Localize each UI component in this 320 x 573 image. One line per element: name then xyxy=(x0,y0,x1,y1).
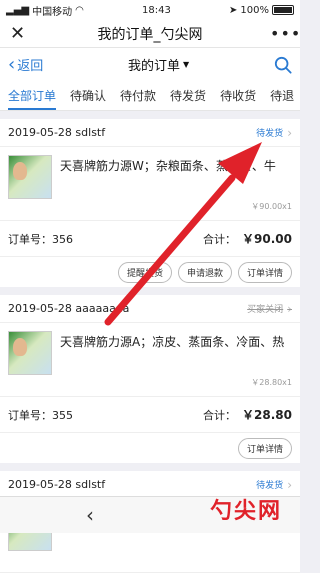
product-thumbnail xyxy=(8,331,52,375)
order-status-label: 待发货 xyxy=(256,129,284,139)
remind-ship-button[interactable]: 提醒发货 xyxy=(117,261,172,283)
chevron-right-icon: › xyxy=(287,477,292,492)
page-title: 我的订单 xyxy=(128,59,181,74)
search-icon[interactable] xyxy=(274,56,292,74)
order-total: 合计： ￥28.80 xyxy=(203,406,292,423)
caret-down-icon: ▼ xyxy=(183,60,190,69)
order-detail-button[interactable]: 订单详情 xyxy=(237,261,292,283)
tab-refund[interactable]: 待退 xyxy=(270,87,294,110)
order-item[interactable]: 天喜牌筋力源W；杂粮面条、蒸面条、牛 ￥90.00x1 xyxy=(0,147,300,221)
order-summary: 订单号：355 合计： ￥28.80 xyxy=(0,397,300,433)
order-date-user: 2019-05-28 aaaaaaaa xyxy=(8,302,130,315)
status-right: ➤ 100% xyxy=(229,5,294,16)
more-icon[interactable]: ••• xyxy=(270,24,300,43)
status-left: ▂▄▆ 中国移动 ◠ xyxy=(6,3,84,18)
tab-all-orders[interactable]: 全部订单 xyxy=(8,87,57,110)
chevron-right-icon: › xyxy=(287,301,292,316)
tab-to-receive[interactable]: 待收货 xyxy=(220,87,256,110)
nav-bar: ‹ 返回 我的订单 ▼ xyxy=(0,48,300,81)
order-date-user: 2019-05-28 sdlstf xyxy=(8,478,106,491)
order-summary: 订单号：356 合计： ￥90.00 xyxy=(0,221,300,257)
battery-icon xyxy=(272,5,294,15)
watermark-logo: 勺尖网 xyxy=(209,498,282,524)
back-label: 返回 xyxy=(17,59,44,74)
close-icon[interactable]: ✕ xyxy=(10,23,30,44)
order-card: 2019-05-28 aaaaaaaa 买家关闭 › 天喜牌筋力源A；凉皮、蒸面… xyxy=(0,295,300,463)
carrier-label: 中国移动 xyxy=(32,6,73,18)
order-header[interactable]: 2019-05-28 sdlstf 待发货 › xyxy=(0,119,300,147)
total-label: 合计： xyxy=(203,232,237,246)
order-number: 订单号：355 xyxy=(8,408,73,422)
order-status-label: 买家关闭 xyxy=(247,305,284,315)
battery-percent: 100% xyxy=(240,4,269,16)
window-title: 我的订单_勺尖网 xyxy=(97,26,203,43)
order-total: 合计： ￥90.00 xyxy=(203,230,292,247)
order-status: 买家关闭 › xyxy=(247,302,292,316)
total-label: 合计： xyxy=(203,408,237,422)
wifi-icon: ◠ xyxy=(75,4,84,16)
chevron-left-icon: ‹ xyxy=(8,53,16,75)
order-header[interactable]: 2019-05-28 aaaaaaaa 买家关闭 › xyxy=(0,295,300,323)
total-value: ￥90.00 xyxy=(242,232,292,246)
order-status-label: 待发货 xyxy=(256,481,284,491)
order-actions: 订单详情 xyxy=(0,433,300,463)
order-item[interactable]: 天喜牌筋力源A；凉皮、蒸面条、冷面、热 ￥28.80x1 xyxy=(0,323,300,397)
product-price: ￥90.00x1 xyxy=(251,202,292,211)
clock: 18:43 xyxy=(142,4,171,16)
tab-to-confirm[interactable]: 待确认 xyxy=(70,87,106,110)
order-number: 订单号：356 xyxy=(8,232,73,246)
product-thumbnail xyxy=(8,155,52,199)
order-card: 2019-05-28 sdlstf 待发货 › 天喜牌筋力源W；杂粮面条、蒸面条… xyxy=(0,119,300,287)
window-title-bar: ✕ 我的订单_勺尖网 ••• xyxy=(0,20,300,48)
total-value: ￥28.80 xyxy=(242,408,292,422)
request-refund-button[interactable]: 申请退款 xyxy=(177,261,232,283)
order-date-user: 2019-05-28 sdlstf xyxy=(8,126,106,139)
product-name: 天喜牌筋力源W；杂粮面条、蒸面条、牛 xyxy=(60,159,276,173)
tab-to-ship[interactable]: 待发货 xyxy=(170,87,206,110)
page-title-dropdown[interactable]: 我的订单 ▼ xyxy=(128,55,189,74)
order-tabs: 全部订单 待确认 待付款 待发货 待收货 待退 xyxy=(0,81,300,111)
order-status: 待发货 › xyxy=(256,126,292,140)
product-price: ￥28.80x1 xyxy=(251,378,292,387)
back-button[interactable]: ‹ 返回 xyxy=(8,55,43,74)
order-detail-button[interactable]: 订单详情 xyxy=(237,437,292,459)
chevron-right-icon: › xyxy=(287,125,292,140)
signal-icon: ▂▄▆ xyxy=(6,4,30,16)
order-status: 待发货 › xyxy=(256,478,292,492)
order-actions: 提醒发货 申请退款 订单详情 xyxy=(0,257,300,287)
status-bar: ▂▄▆ 中国移动 ◠ 18:43 ➤ 100% xyxy=(0,0,300,20)
location-icon: ➤ xyxy=(229,4,238,16)
browser-back-icon[interactable]: ‹ xyxy=(86,503,94,527)
product-name: 天喜牌筋力源A；凉皮、蒸面条、冷面、热 xyxy=(60,335,285,349)
tab-to-pay[interactable]: 待付款 xyxy=(120,87,156,110)
